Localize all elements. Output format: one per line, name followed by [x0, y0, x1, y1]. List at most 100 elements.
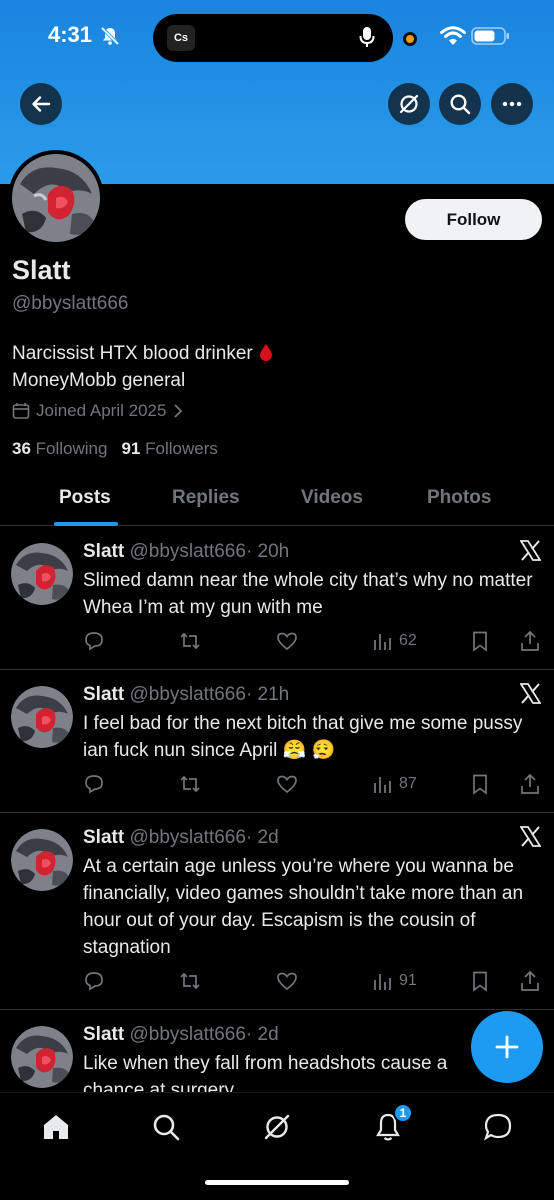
post-header: Slatt @bbyslatt666· 20h: [83, 541, 289, 563]
followers-link[interactable]: 91 Followers: [121, 439, 217, 459]
island-app-icon: Cs: [167, 25, 195, 51]
tab-replies[interactable]: Replies: [172, 487, 240, 509]
tab-videos[interactable]: Videos: [301, 487, 363, 509]
joined-date[interactable]: Joined April 2025: [12, 401, 184, 421]
bio-line-1: Narcissist HTX blood drinker: [12, 343, 253, 364]
post-author-name[interactable]: Slatt: [83, 541, 124, 562]
post-timestamp: · 21h: [245, 684, 290, 705]
like-icon: [277, 972, 297, 991]
post-timestamp: · 2d: [245, 1024, 279, 1045]
post-item[interactable]: Slatt @bbyslatt666· 2d At a certain age …: [0, 813, 554, 1010]
bookmark-icon: [473, 971, 487, 992]
follow-button[interactable]: Follow: [405, 199, 542, 240]
reply-icon: [85, 972, 103, 991]
tab-photos[interactable]: Photos: [427, 487, 491, 509]
reply-icon: [85, 632, 103, 651]
compose-plus-icon: [495, 1035, 519, 1059]
x-logo-icon: [520, 683, 541, 704]
views-button[interactable]: 91: [372, 969, 417, 993]
share-icon: [521, 970, 539, 991]
more-icon: [502, 101, 522, 107]
following-count: 36: [12, 439, 31, 458]
bookmark-icon: [473, 774, 487, 795]
back-button[interactable]: [20, 83, 62, 125]
repost-button[interactable]: [179, 772, 201, 796]
views-icon: [374, 974, 391, 990]
profile-handle: @bbyslatt666: [12, 293, 129, 314]
bio-line-2: MoneyMobb general: [12, 370, 186, 391]
post-author-handle: @bbyslatt666: [129, 827, 246, 848]
post-author-handle: @bbyslatt666: [129, 1024, 246, 1045]
views-icon: [374, 634, 391, 650]
more-options-button[interactable]: [491, 83, 533, 125]
post-author-handle: @bbyslatt666: [129, 541, 246, 562]
profile-avatar[interactable]: [8, 150, 104, 246]
post-author-name[interactable]: Slatt: [83, 1024, 124, 1045]
bookmark-button[interactable]: [469, 772, 491, 796]
battery-icon: [471, 27, 509, 45]
following-link[interactable]: 36 Following: [12, 439, 107, 459]
home-indicator: [205, 1180, 349, 1185]
post-item[interactable]: Slatt @bbyslatt666· 21h I feel bad for t…: [0, 670, 554, 813]
post-header: Slatt @bbyslatt666· 2d: [83, 827, 279, 849]
calendar-icon: [12, 403, 30, 419]
post-author-name[interactable]: Slatt: [83, 684, 124, 705]
post-item[interactable]: Slatt @bbyslatt666· 20h Slimed damn near…: [0, 527, 554, 670]
post-actions: 62: [83, 629, 543, 653]
home-icon[interactable]: [40, 1111, 72, 1143]
search-icon[interactable]: [150, 1111, 182, 1143]
followers-count: 91: [121, 439, 141, 458]
like-button[interactable]: [276, 772, 298, 796]
post-header: Slatt @bbyslatt666· 2d: [83, 1024, 279, 1046]
search-button[interactable]: [439, 83, 481, 125]
blood-drop-icon: [259, 344, 272, 361]
post-avatar[interactable]: [11, 543, 73, 605]
grok-icon: [399, 94, 419, 114]
views-count: 87: [399, 775, 417, 792]
dynamic-island: Cs: [153, 14, 393, 62]
share-button[interactable]: [519, 629, 541, 653]
post-actions: 87: [83, 772, 543, 796]
profile-display-name: Slatt: [12, 255, 71, 285]
privacy-indicator-dot: [403, 32, 417, 46]
microphone-icon: [359, 27, 375, 47]
bookmark-icon: [473, 631, 487, 652]
reply-button[interactable]: [83, 969, 105, 993]
repost-button[interactable]: [179, 629, 201, 653]
bell-mute-icon: [100, 26, 120, 46]
like-button[interactable]: [276, 629, 298, 653]
back-arrow-icon: [32, 96, 51, 112]
wifi-icon: [440, 26, 466, 45]
post-text: Like when they fall from headshots cause…: [83, 1053, 448, 1092]
profile-tabs: Posts Replies Videos Photos: [0, 474, 554, 526]
post-avatar[interactable]: [11, 1026, 73, 1088]
compose-post-button[interactable]: [471, 1011, 543, 1083]
post-avatar[interactable]: [11, 829, 73, 891]
grok-icon[interactable]: [261, 1111, 293, 1143]
post-author-handle: @bbyslatt666: [129, 684, 246, 705]
post-timestamp: · 2d: [245, 827, 279, 848]
share-icon: [521, 773, 539, 794]
bookmark-button[interactable]: [469, 629, 491, 653]
bookmark-button[interactable]: [469, 969, 491, 993]
reply-button[interactable]: [83, 772, 105, 796]
repost-button[interactable]: [179, 969, 201, 993]
avatar-image: [12, 154, 100, 242]
views-button[interactable]: 62: [372, 629, 417, 653]
chevron-right-icon: [174, 404, 183, 418]
like-button[interactable]: [276, 969, 298, 993]
following-label: Following: [35, 439, 108, 458]
x-logo-icon: [520, 540, 541, 561]
reply-icon: [85, 775, 103, 794]
post-author-name[interactable]: Slatt: [83, 827, 124, 848]
views-button[interactable]: 87: [372, 772, 417, 796]
share-button[interactable]: [519, 969, 541, 993]
share-button[interactable]: [519, 772, 541, 796]
reply-button[interactable]: [83, 629, 105, 653]
tab-posts[interactable]: Posts: [59, 487, 111, 509]
messages-icon[interactable]: [482, 1111, 514, 1143]
repost-icon: [180, 972, 200, 990]
grok-button[interactable]: [388, 83, 430, 125]
repost-icon: [180, 775, 200, 793]
post-avatar[interactable]: [11, 686, 73, 748]
